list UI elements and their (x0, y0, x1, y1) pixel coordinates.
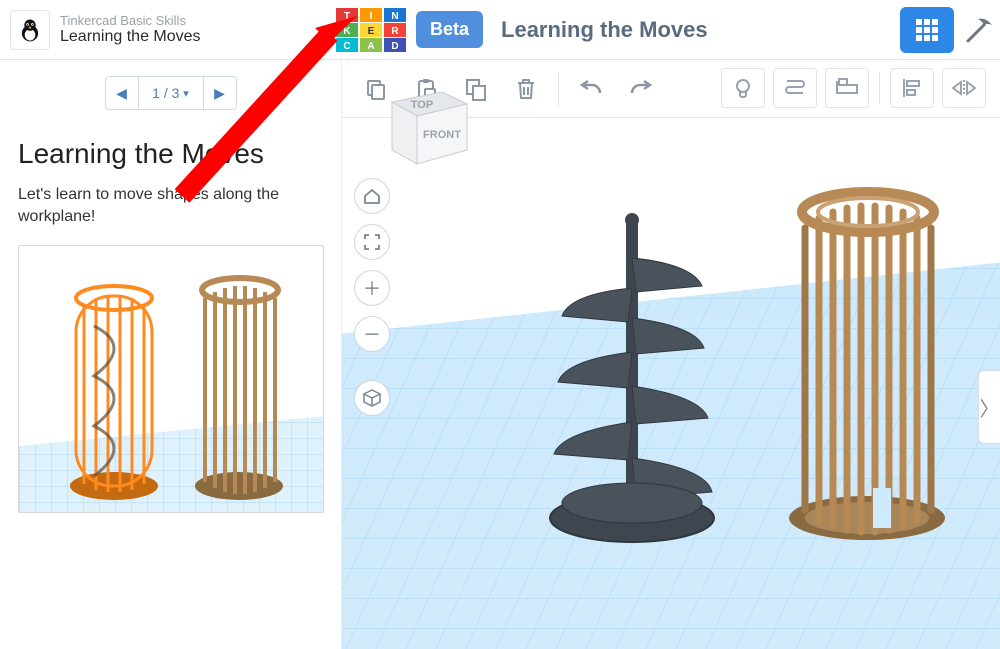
project-info: Tinkercad Basic Skills Learning the Move… (60, 13, 201, 47)
ortho-icon (362, 388, 382, 408)
mirror-icon (951, 78, 977, 98)
lesson-title: Learning the Moves (18, 138, 323, 170)
grid-view-button[interactable] (900, 7, 954, 53)
pager-step-label[interactable]: 1 / 3 ▾ (139, 76, 203, 110)
align-icon (901, 77, 923, 99)
workplane-canvas[interactable] (342, 118, 1000, 649)
delete-button[interactable] (502, 68, 550, 110)
view-nav-column: ＋ － (354, 178, 390, 416)
tinkercad-logo[interactable]: T I N K E R C A D (336, 8, 408, 52)
chevron-down-icon: ▾ (183, 87, 189, 100)
minecraft-export-button[interactable] (962, 7, 996, 53)
pager-label: 1 / 3 (152, 85, 179, 101)
workplane-button[interactable] (773, 68, 817, 108)
ortho-toggle-button[interactable] (354, 380, 390, 416)
viewcube-front-label: FRONT (423, 129, 461, 141)
lesson-sidebar: ◀ 1 / 3 ▾ ▶ Learning the Moves Let's lea… (0, 60, 342, 649)
home-icon (363, 187, 381, 205)
editor-main: TOP FRONT ＋ － 〉 (342, 60, 1000, 649)
redo-button[interactable] (617, 68, 665, 110)
toolstrip-separator (879, 72, 880, 104)
zoom-in-button[interactable]: ＋ (354, 270, 390, 306)
beta-badge: Beta (416, 11, 483, 48)
shapes-panel-expand[interactable]: 〉 (978, 370, 1000, 444)
pager-prev-button[interactable]: ◀ (105, 76, 139, 110)
align-button[interactable] (890, 68, 934, 108)
header-left: Tinkercad Basic Skills Learning the Move… (0, 0, 332, 59)
svg-text:E: E (368, 26, 375, 37)
svg-text:C: C (343, 41, 350, 52)
undo-icon (578, 79, 604, 99)
redo-icon (628, 79, 654, 99)
document-title[interactable]: Learning the Moves (501, 17, 708, 43)
fit-icon (363, 233, 381, 251)
show-all-button[interactable] (721, 68, 765, 108)
bulb-icon (732, 77, 754, 99)
pager-next-button[interactable]: ▶ (203, 76, 237, 110)
svg-text:T: T (344, 11, 350, 22)
pickaxe-icon (964, 15, 994, 45)
undo-button[interactable] (567, 68, 615, 110)
penguin-icon (17, 17, 43, 43)
svg-text:R: R (391, 26, 399, 37)
svg-text:A: A (367, 41, 374, 52)
lesson-thumbnail (18, 245, 324, 513)
header-far-buttons (900, 0, 1000, 60)
delete-icon (515, 77, 537, 101)
lesson-body: Let's learn to move shapes along the wor… (18, 184, 323, 227)
lesson-pager: ◀ 1 / 3 ▾ ▶ (18, 76, 323, 110)
svg-text:I: I (370, 11, 373, 22)
breadcrumb[interactable]: Tinkercad Basic Skills (60, 13, 201, 29)
app-header: Tinkercad Basic Skills Learning the Move… (0, 0, 1000, 60)
shape-tool-strip (721, 68, 986, 108)
home-view-button[interactable] (354, 178, 390, 214)
svg-text:N: N (391, 11, 398, 22)
project-title: Learning the Moves (60, 28, 201, 46)
svg-text:K: K (343, 26, 351, 37)
viewcube-top-label: TOP (411, 99, 433, 111)
mirror-button[interactable] (942, 68, 986, 108)
grid-icon (916, 19, 938, 41)
ruler-button[interactable] (825, 68, 869, 108)
toolbar-separator (558, 72, 559, 106)
zoom-out-button[interactable]: － (354, 316, 390, 352)
fit-view-button[interactable] (354, 224, 390, 260)
ruler-icon (835, 77, 859, 99)
workplane-icon (783, 77, 807, 99)
avatar[interactable] (10, 10, 50, 50)
view-cube[interactable]: TOP FRONT (372, 72, 482, 172)
svg-text:D: D (391, 41, 398, 52)
